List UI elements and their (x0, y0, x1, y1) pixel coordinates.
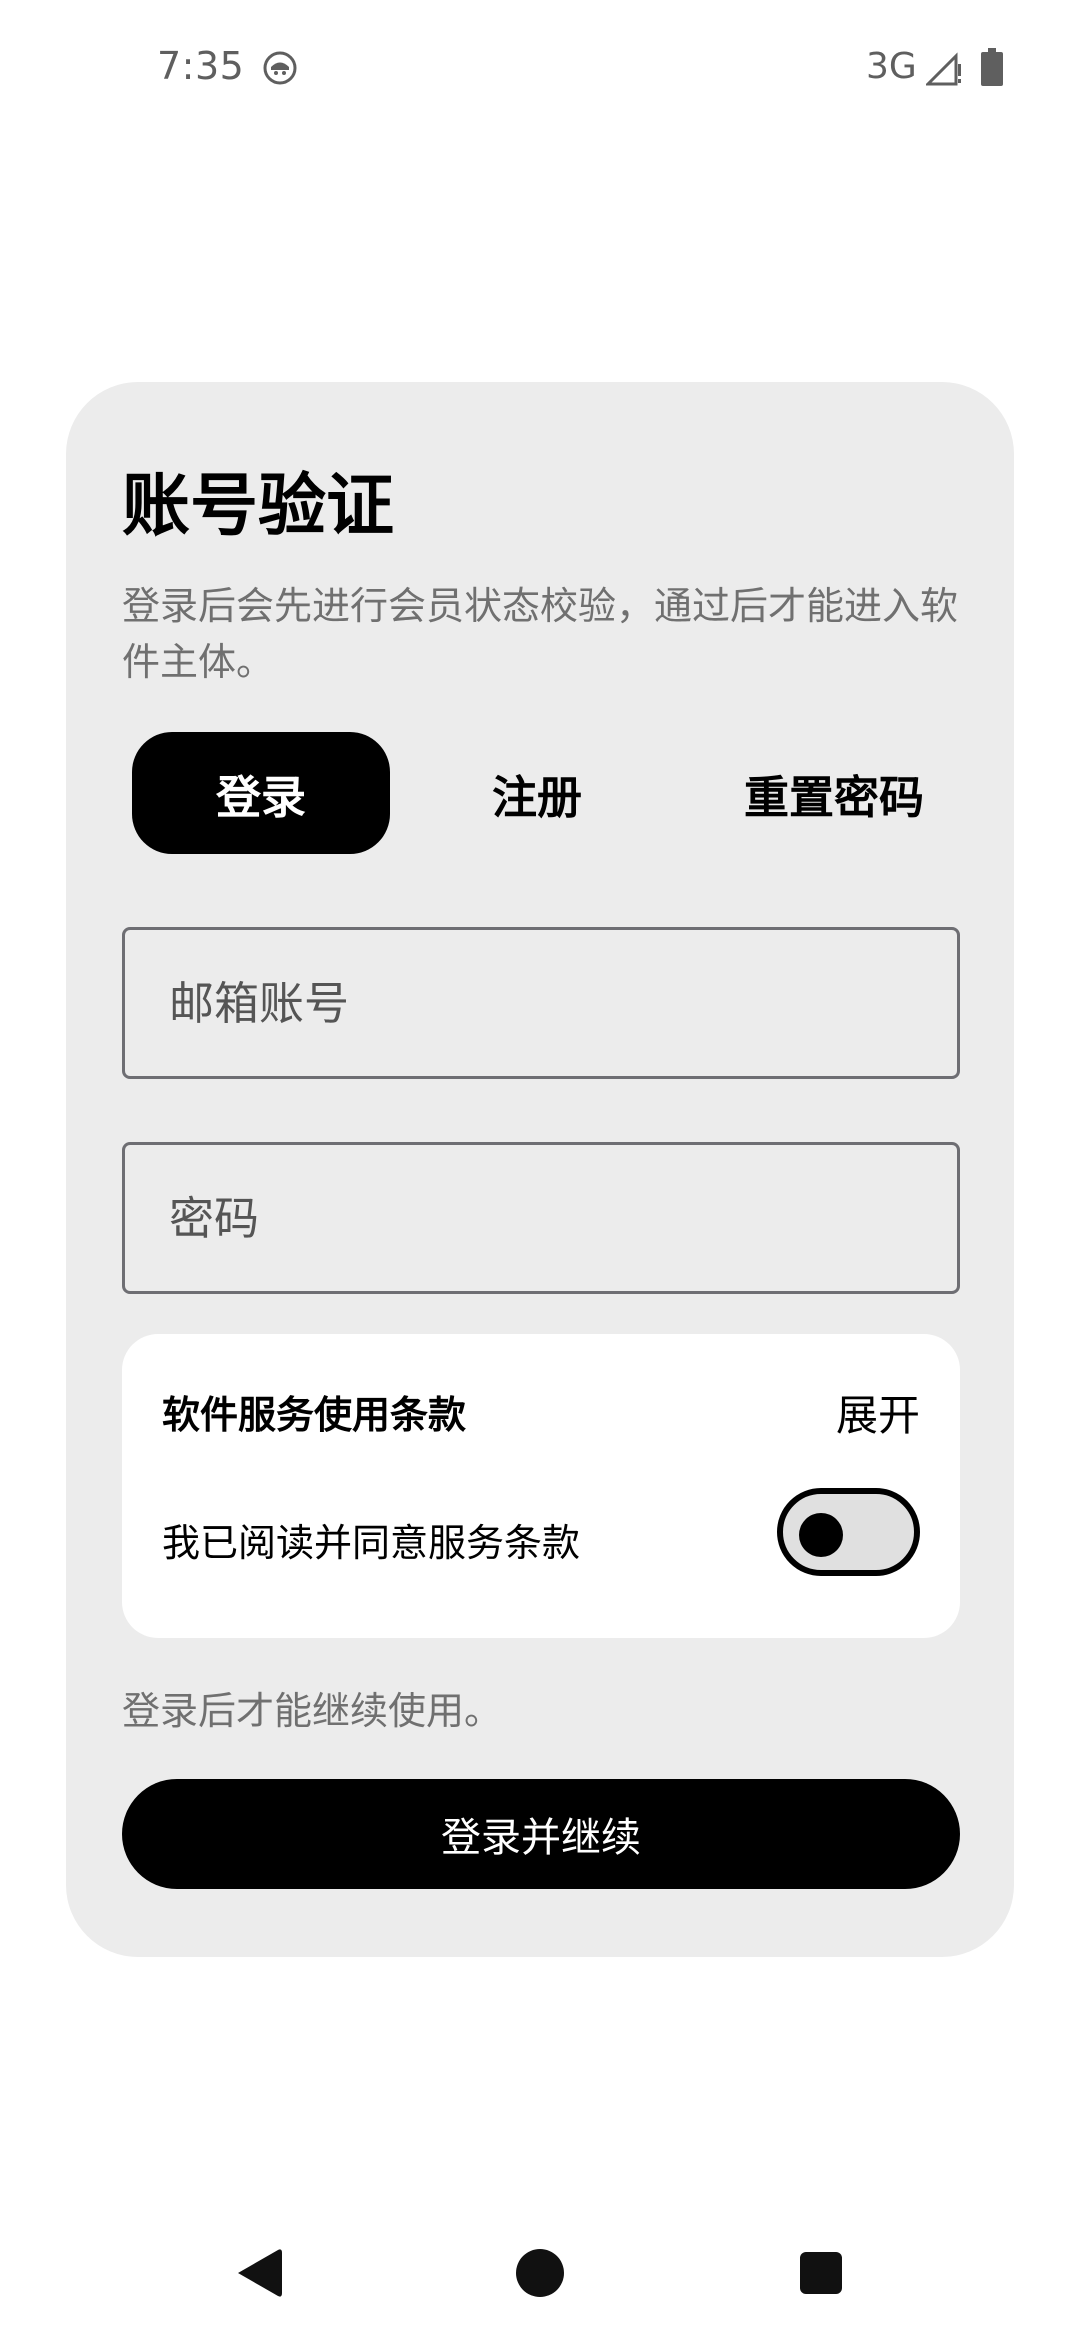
email-field-container (122, 927, 960, 1079)
tab-login[interactable]: 登录 (132, 732, 390, 854)
password-field-container (122, 1142, 960, 1294)
login-continue-button[interactable]: 登录并继续 (122, 1779, 960, 1889)
terms-agree-label: 我已阅读并同意服务条款 (162, 1521, 581, 1565)
home-icon[interactable] (516, 2249, 564, 2297)
login-hint: 登录后才能继续使用。 (122, 1689, 503, 1733)
tab-register[interactable]: 注册 (412, 732, 662, 854)
page-title: 账号验证 (122, 467, 395, 546)
battery-icon (981, 48, 1003, 86)
status-time: 7:35 (157, 44, 245, 88)
toggle-knob (799, 1513, 843, 1557)
signal-icon (926, 52, 961, 86)
terms-panel: 软件服务使用条款 展开 我已阅读并同意服务条款 (122, 1334, 960, 1638)
recents-icon[interactable] (800, 2252, 842, 2294)
status-bar: 7:35 3G (0, 0, 1080, 140)
back-icon[interactable] (236, 2247, 282, 2299)
auth-card: 账号验证 登录后会先进行会员状态校验，通过后才能进入软件主体。 登录 注册 重置… (66, 382, 1014, 1957)
screen: 7:35 3G 账号验证 登录后会先进行会员状态校验，通过后才能进入软件主体。 … (0, 0, 1080, 2340)
terms-expand-button[interactable]: 展开 (836, 1382, 920, 1443)
app-notification-icon (263, 51, 297, 85)
page-subtitle: 登录后会先进行会员状态校验，通过后才能进入软件主体。 (122, 584, 959, 684)
terms-agree-toggle[interactable] (777, 1488, 920, 1576)
terms-title: 软件服务使用条款 (162, 1393, 467, 1437)
email-input[interactable] (125, 930, 957, 1076)
tab-reset-password[interactable]: 重置密码 (684, 732, 984, 854)
network-type: 3G (866, 46, 917, 87)
password-input[interactable] (125, 1145, 957, 1291)
